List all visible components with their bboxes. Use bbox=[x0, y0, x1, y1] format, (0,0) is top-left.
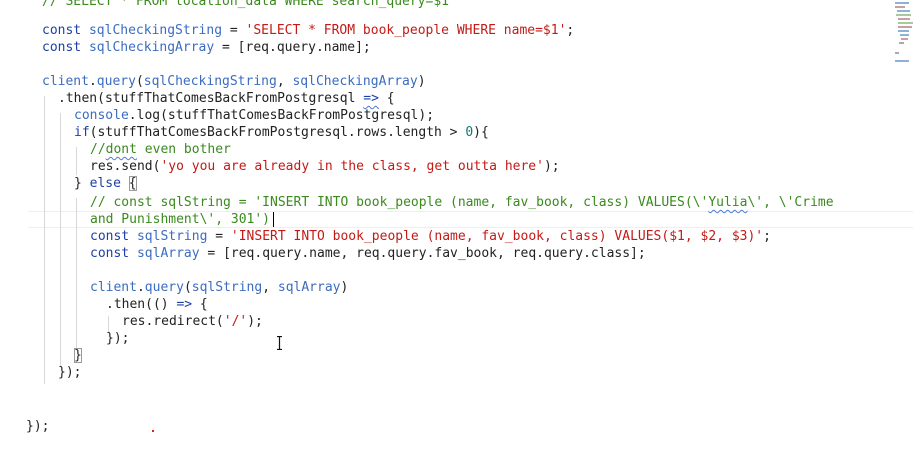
minimap[interactable] bbox=[893, 0, 913, 70]
code-token: sqlString bbox=[136, 229, 208, 244]
code-line: } else { bbox=[74, 175, 137, 192]
code-token: .then(() bbox=[106, 297, 177, 312]
code-line: const sqlCheckingString = 'SELECT * FROM… bbox=[42, 22, 574, 39]
code-line: const sqlString = 'INSERT INTO book_peop… bbox=[90, 228, 771, 245]
code-token: = [req.query.name]; bbox=[214, 40, 371, 55]
code-token: even bother bbox=[136, 142, 231, 157]
code-token: sqlCheckingArray bbox=[292, 74, 418, 89]
code-line: console.log(stuffThatComesBackFromPostgr… bbox=[74, 107, 434, 124]
code-token: 0 bbox=[465, 125, 474, 140]
code-line: and Punishment\', 301') bbox=[90, 211, 270, 228]
code-token: // bbox=[90, 142, 106, 157]
code-token: sqlCheckingString bbox=[143, 74, 277, 89]
code-token: sqlCheckingArray bbox=[88, 40, 215, 55]
code-token: }); bbox=[106, 331, 130, 346]
code-token: => bbox=[363, 91, 379, 106]
code-token: = [req.query.name, req.query.fav_book, r… bbox=[199, 246, 646, 261]
code-token: \', \'Crime bbox=[747, 195, 834, 210]
code-token: 'INSERT INTO book_people (name, fav_book… bbox=[230, 229, 764, 244]
code-token: ); bbox=[247, 314, 263, 329]
code-token: const bbox=[90, 246, 137, 261]
code-token: res.send( bbox=[90, 159, 161, 174]
code-token: console bbox=[74, 108, 129, 123]
code-token: query bbox=[96, 74, 136, 89]
code-token: .then(stuffThatComesBackFromPostgresql bbox=[58, 91, 364, 106]
code-token: client bbox=[90, 280, 137, 295]
code-line: // SELECT * FROM location_data WHERE sea… bbox=[42, 0, 449, 10]
code-token: if bbox=[74, 125, 90, 140]
code-token: ) bbox=[340, 280, 349, 295]
code-token: const bbox=[42, 23, 89, 38]
code-token: // SELECT * FROM location_data WHERE sea… bbox=[42, 0, 449, 9]
code-line: }); bbox=[106, 330, 129, 347]
code-line: }); bbox=[58, 364, 81, 381]
code-token: const bbox=[42, 40, 89, 55]
code-token: }); bbox=[26, 419, 50, 434]
code-token: ( bbox=[135, 74, 144, 89]
code-token: { bbox=[128, 176, 137, 191]
code-token: ) bbox=[417, 74, 426, 89]
code-line: // const sqlString = 'INSERT INTO book_p… bbox=[90, 194, 834, 211]
code-token: }); bbox=[58, 365, 82, 380]
code-token: ); bbox=[543, 159, 560, 174]
indent-guide bbox=[76, 198, 77, 350]
code-token: , bbox=[262, 280, 278, 295]
code-token: sqlCheckingString bbox=[88, 23, 223, 38]
code-token: = bbox=[222, 23, 246, 38]
code-line: client.query(sqlCheckingString, sqlCheck… bbox=[42, 73, 426, 90]
indent-guide bbox=[76, 147, 77, 175]
code-line: client.query(sqlString, sqlArray) bbox=[90, 279, 348, 296]
code-token: else bbox=[89, 176, 121, 191]
code-line: } bbox=[74, 347, 82, 364]
code-token: ; bbox=[763, 229, 771, 244]
code-line: const sqlCheckingArray = [req.query.name… bbox=[42, 39, 371, 56]
code-token: client bbox=[42, 74, 89, 89]
code-line: if(stuffThatComesBackFromPostgresql.rows… bbox=[74, 124, 489, 141]
indent-guide bbox=[60, 113, 61, 367]
code-line: }); bbox=[26, 418, 49, 435]
code-line: res.redirect('/'); bbox=[122, 313, 263, 330]
code-token: = bbox=[207, 229, 231, 244]
code-token: . bbox=[136, 280, 145, 295]
code-line: const sqlArray = [req.query.name, req.qu… bbox=[90, 245, 646, 262]
code-line: .then(stuffThatComesBackFromPostgresql =… bbox=[58, 90, 395, 107]
code-token: (stuffThatComesBackFromPostgresql.rows.l… bbox=[89, 125, 466, 140]
ibeam-cursor-icon bbox=[277, 336, 282, 350]
code-token: // const sqlString = 'INSERT INTO book_p… bbox=[90, 195, 709, 210]
indent-guide bbox=[44, 96, 45, 384]
code-token: '/' bbox=[223, 314, 248, 329]
code-token: .log(stuffThatComesBackFromPostgresql); bbox=[128, 108, 435, 123]
code-token: } bbox=[74, 348, 82, 363]
code-token: => bbox=[176, 297, 193, 312]
code-token: 'yo you are already in the class, get ou… bbox=[160, 159, 544, 174]
stray-mark bbox=[152, 430, 154, 432]
code-token: 'SELECT * FROM book_people WHERE name=$1… bbox=[245, 23, 567, 38]
code-token: res.redirect( bbox=[122, 314, 224, 329]
code-token: . bbox=[88, 74, 97, 89]
code-token: sqlString bbox=[191, 280, 263, 295]
code-token: dont bbox=[105, 142, 137, 157]
code-token: } bbox=[74, 176, 90, 191]
code-token: Yulia bbox=[708, 195, 748, 210]
text-cursor bbox=[273, 212, 274, 227]
code-token: const bbox=[90, 229, 137, 244]
code-token: sqlArray bbox=[136, 246, 200, 261]
code-line: .then(() => { bbox=[106, 296, 208, 313]
code-editor[interactable]: // SELECT * FROM location_data WHERE sea… bbox=[0, 0, 913, 457]
code-token: and Punishment\', 301') bbox=[90, 212, 271, 227]
code-token: ){ bbox=[473, 125, 489, 140]
code-token: sqlArray bbox=[277, 280, 341, 295]
code-line: res.send('yo you are already in the clas… bbox=[90, 158, 560, 175]
code-line: //dont even bother bbox=[90, 141, 231, 158]
code-token: ; bbox=[566, 23, 575, 38]
code-token: { bbox=[192, 297, 208, 312]
code-token: { bbox=[378, 91, 395, 106]
code-token: , bbox=[276, 74, 293, 89]
code-token: ( bbox=[183, 280, 192, 295]
code-token: query bbox=[144, 280, 184, 295]
